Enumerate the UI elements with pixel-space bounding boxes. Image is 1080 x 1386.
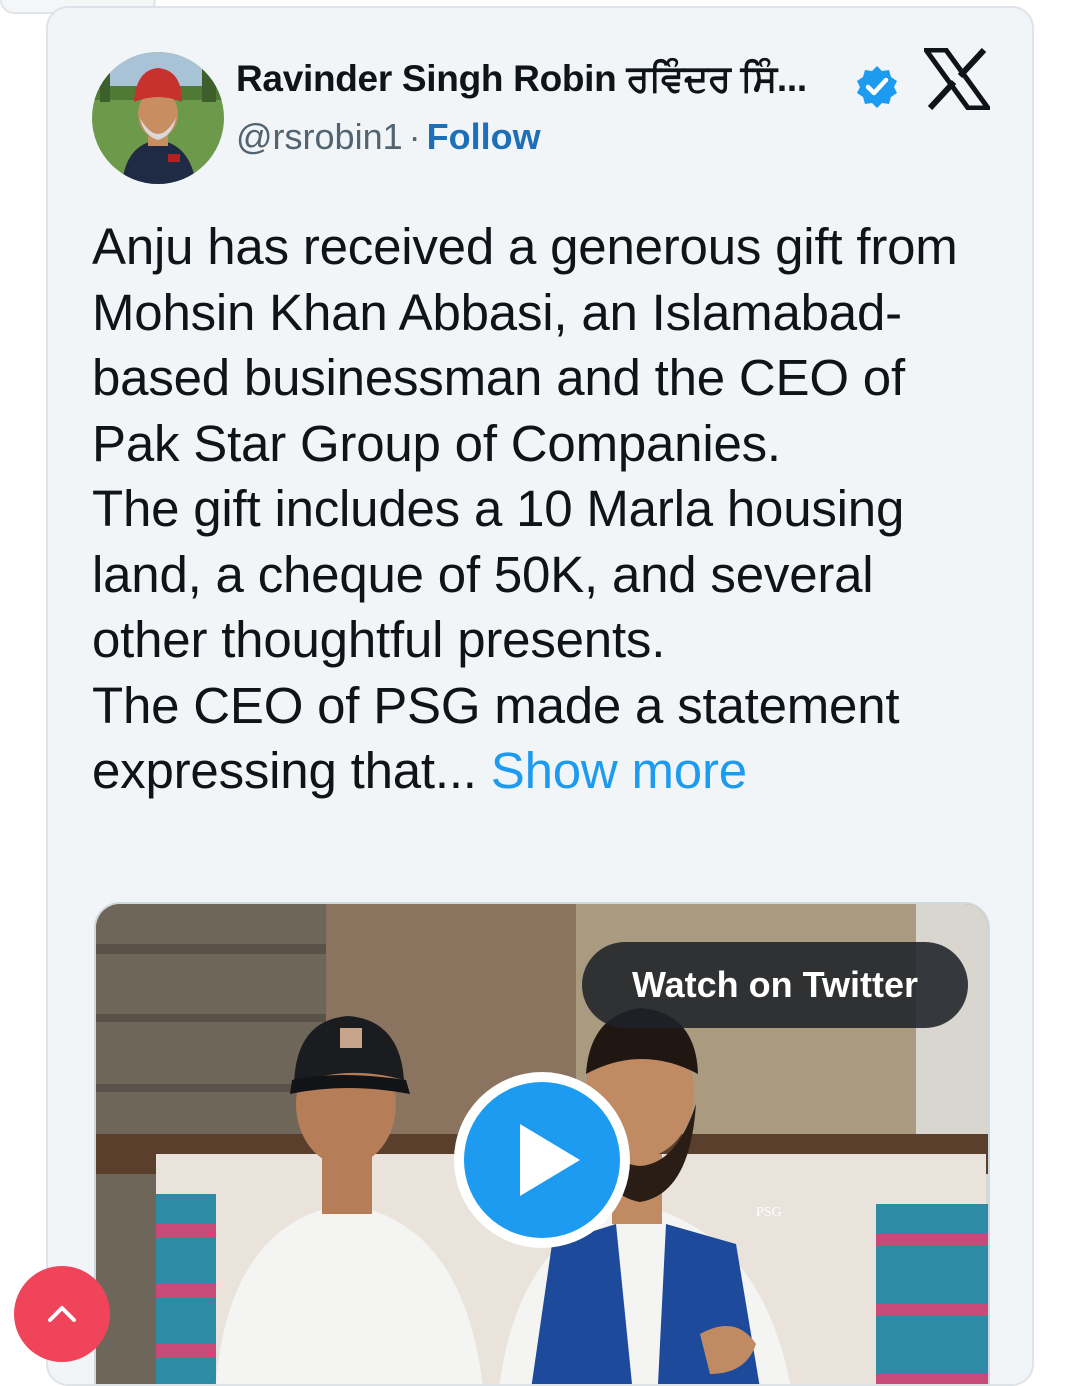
chevron-up-icon bbox=[48, 1306, 76, 1322]
author-name[interactable]: Ravinder Singh Robin ਰਵਿੰਦਰ ਸਿੰ... bbox=[236, 58, 807, 101]
tweet-paragraph-2: The gift includes a 10 Marla housing lan… bbox=[92, 480, 905, 668]
separator-dot: · bbox=[408, 116, 421, 157]
tweet-paragraph-3: The CEO of PSG made a statement expressi… bbox=[92, 673, 1002, 804]
handle-row: @rsrobin1 · Follow bbox=[236, 116, 541, 158]
show-more-link[interactable]: Show more bbox=[491, 742, 747, 799]
avatar[interactable] bbox=[92, 52, 224, 184]
author-handle[interactable]: @rsrobin1 bbox=[236, 116, 403, 157]
tweet-paragraph-1: Anju has received a generous gift from M… bbox=[92, 218, 958, 472]
tweet-text: Anju has received a generous gift from M… bbox=[92, 214, 1002, 804]
play-icon[interactable] bbox=[450, 1068, 634, 1252]
verified-badge-icon bbox=[854, 64, 900, 110]
scroll-to-top-button[interactable] bbox=[14, 1266, 110, 1362]
follow-link[interactable]: Follow bbox=[427, 116, 541, 157]
embedded-tweet-card[interactable]: Ravinder Singh Robin ਰਵਿੰਦਰ ਸਿੰ... @rsro… bbox=[46, 6, 1034, 1386]
x-logo-icon[interactable] bbox=[921, 47, 993, 111]
watch-on-twitter-button[interactable]: Watch on Twitter bbox=[582, 942, 968, 1028]
vest-logo: PSG bbox=[756, 1205, 782, 1220]
